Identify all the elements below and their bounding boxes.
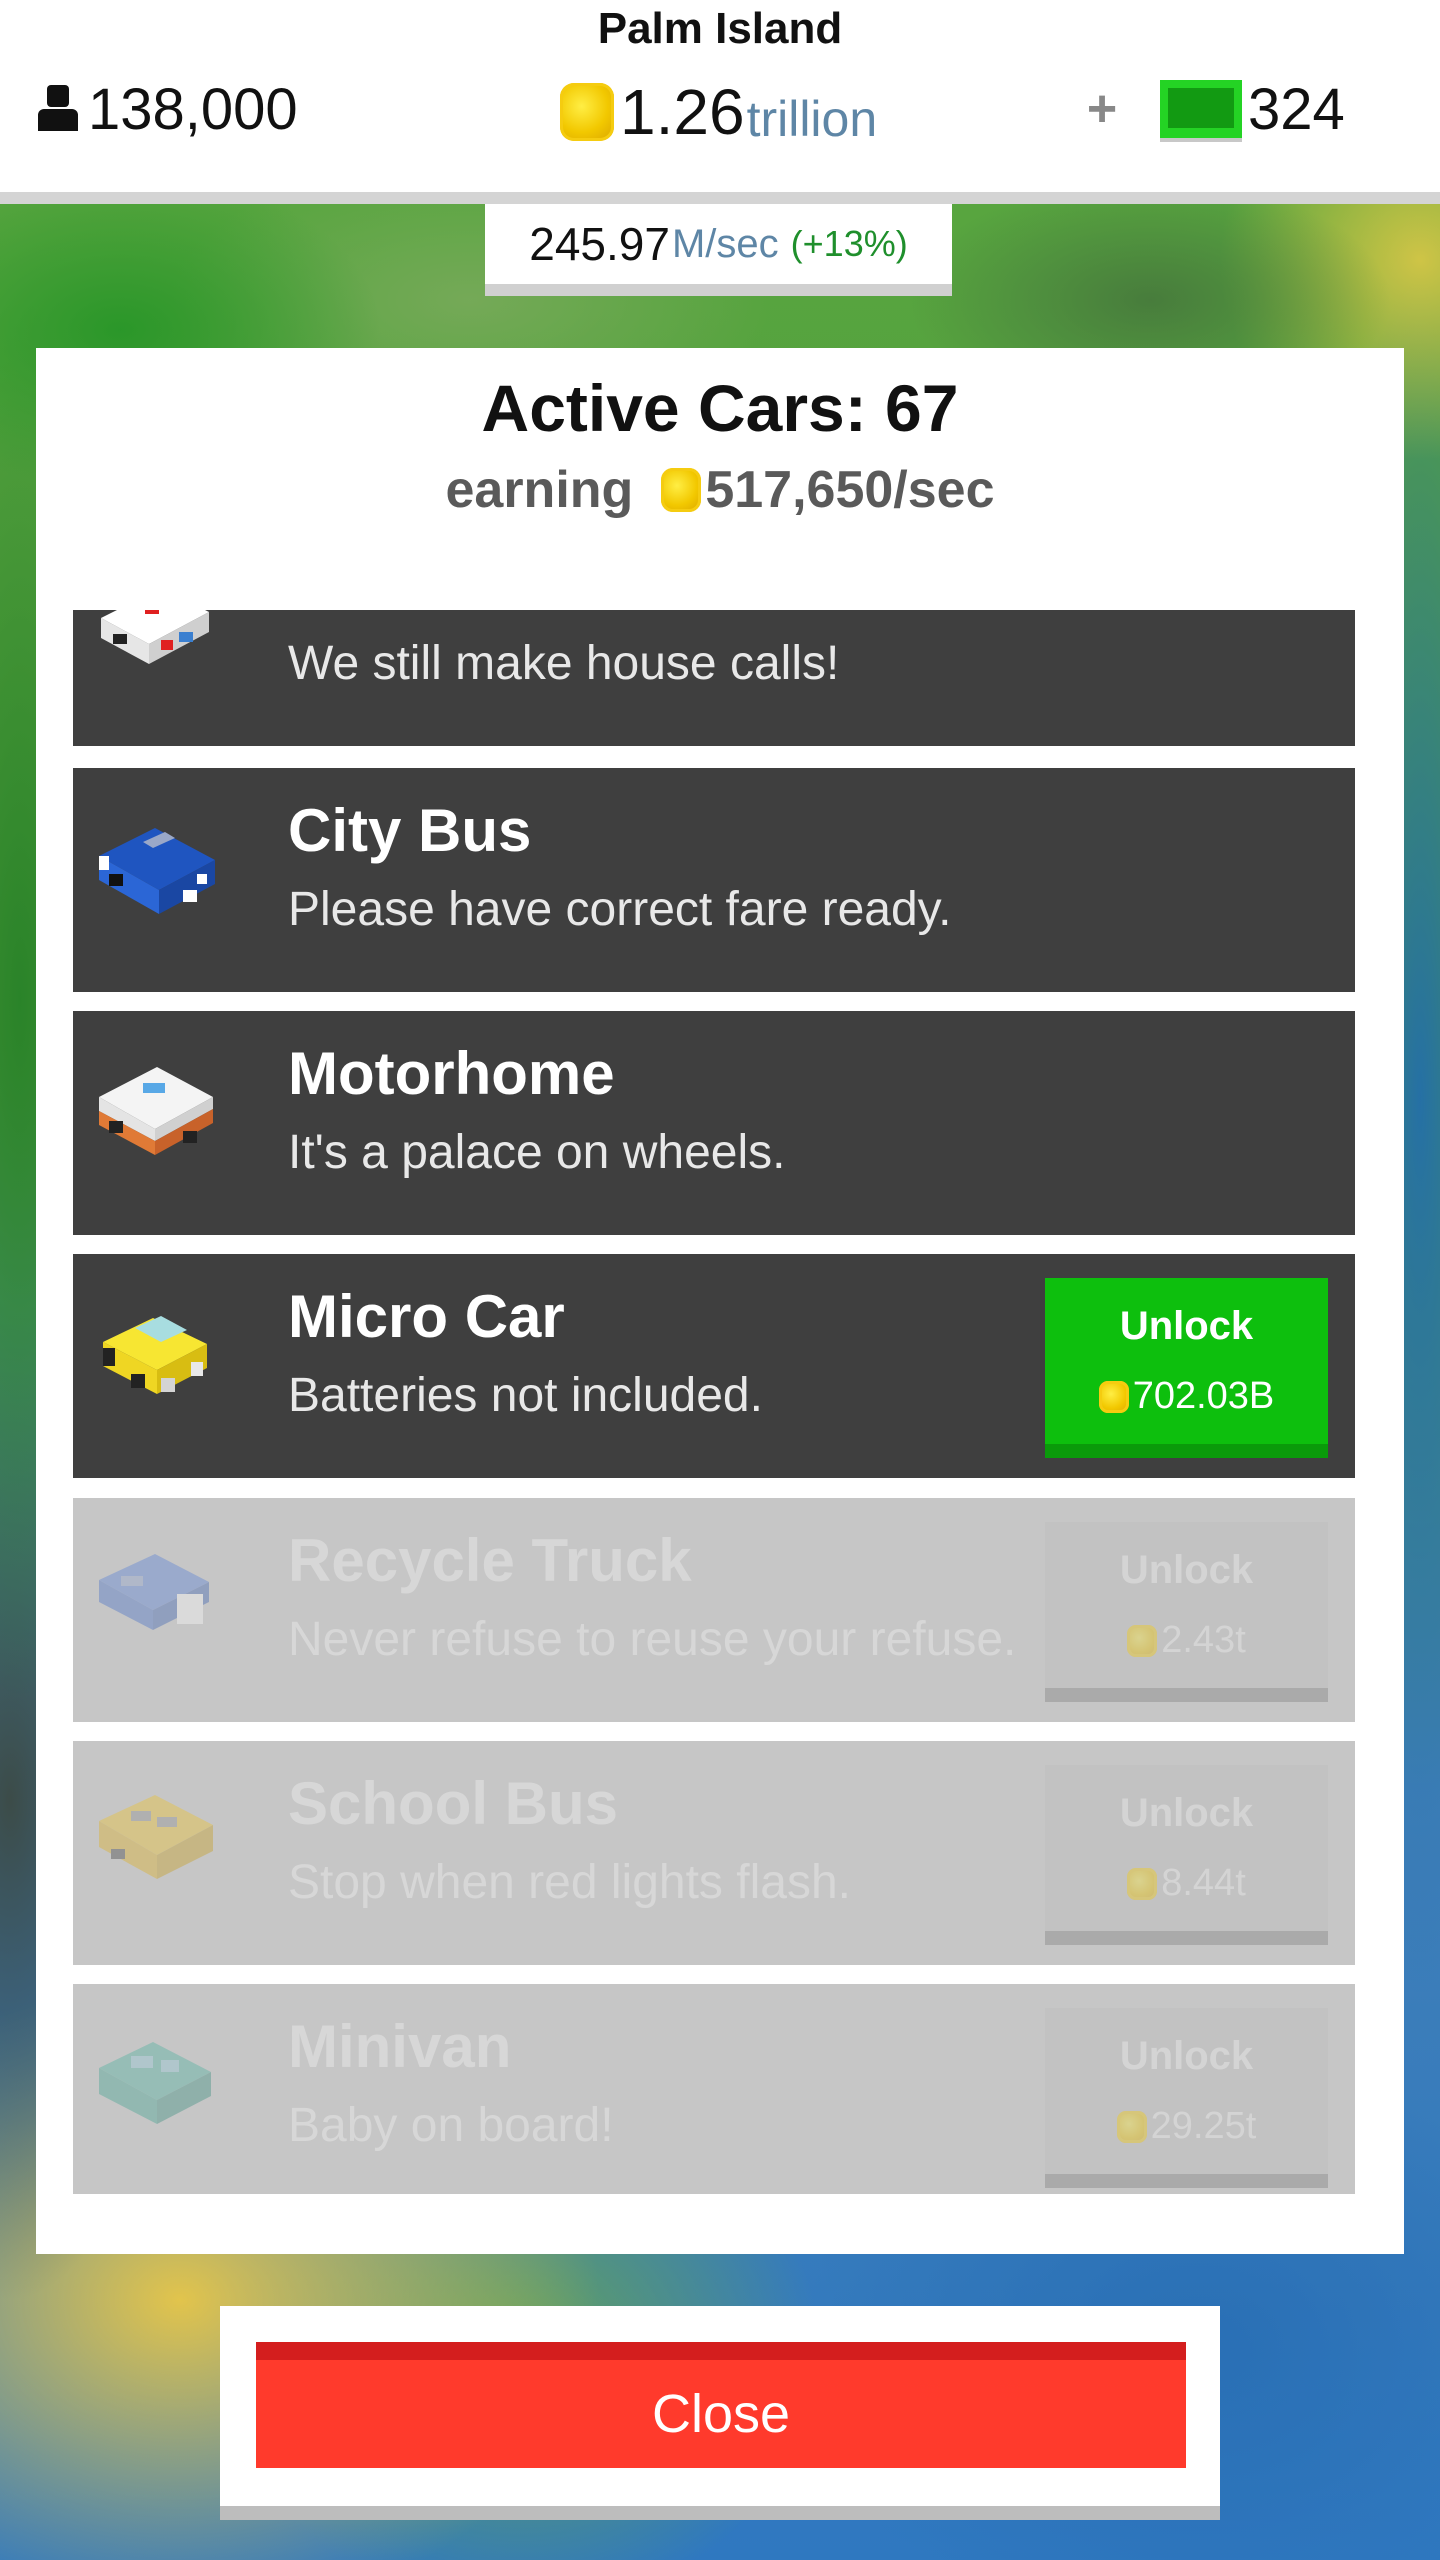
coin-icon: [1127, 1867, 1158, 1900]
income-rate-unit: M/sec: [671, 221, 779, 266]
minivan-icon: [99, 2042, 211, 2124]
car-name: Motorhome: [288, 1040, 615, 1107]
cash-icon: [1160, 80, 1242, 138]
car-name: Minivan: [288, 2013, 512, 2080]
unlock-price-value: 29.25t: [1150, 2105, 1257, 2147]
car-description: Please have correct fare ready.: [288, 883, 952, 936]
unlock-button-locked: Unlock 2.43t: [1045, 1522, 1328, 1702]
population-stat: 138,000: [36, 74, 298, 144]
unlock-price: 2.43t: [1127, 1619, 1246, 1662]
car-row-recycle-truck[interactable]: Recycle Truck Never refuse to reuse your…: [73, 1498, 1355, 1722]
coin-icon: [1098, 1380, 1129, 1413]
add-cash-button[interactable]: +: [1082, 79, 1122, 139]
income-rate-bonus: (+13%): [790, 223, 908, 264]
person-icon: [36, 85, 80, 133]
car-description: Baby on board!: [288, 2099, 614, 2152]
unlock-label: Unlock: [1119, 1548, 1254, 1592]
car-row-micro-car[interactable]: Micro Car Batteries not included. Unlock…: [73, 1254, 1355, 1478]
income-rate-value: 245.97: [529, 218, 670, 270]
unlock-price: 8.44t: [1127, 1862, 1246, 1905]
unlock-price-value: 8.44t: [1161, 1862, 1246, 1904]
recycle-truck-icon: [99, 1554, 209, 1630]
car-name: Recycle Truck: [288, 1527, 692, 1594]
coin-icon: [661, 468, 702, 512]
motorhome-icon: [99, 1067, 213, 1155]
earning-value: 517,650/sec: [705, 461, 995, 519]
car-row-minivan[interactable]: Minivan Baby on board! Unlock 29.25t: [73, 1984, 1355, 2194]
cash-stat: + 324: [1082, 74, 1345, 144]
earning-label: earning: [445, 461, 634, 519]
car-name: Micro Car: [288, 1283, 565, 1350]
city-bus-icon: [99, 828, 215, 914]
coins-value: 1.26: [620, 76, 745, 148]
island-name: Palm Island: [597, 4, 843, 53]
car-description: We still make house calls!: [288, 637, 840, 690]
income-rate-tab: 245.97 M/sec (+13%): [485, 204, 952, 296]
car-row-ambulance[interactable]: We still make house calls!: [73, 610, 1355, 746]
unlock-button[interactable]: Unlock 702.03B: [1045, 1278, 1328, 1458]
coin-icon: [560, 83, 614, 141]
unlock-label: Unlock: [1119, 2034, 1254, 2078]
coins-unit: trillion: [746, 91, 878, 147]
unlock-price-value: 2.43t: [1161, 1619, 1246, 1661]
car-name: City Bus: [288, 797, 532, 864]
coin-icon: [1127, 1624, 1158, 1657]
unlock-label: Unlock: [1119, 1304, 1254, 1348]
unlock-price: 702.03B: [1098, 1375, 1275, 1418]
panel-title: Active Cars: 67: [481, 371, 959, 445]
earning-line: earning 517,650/sec: [36, 458, 1404, 522]
car-description: Batteries not included.: [288, 1369, 763, 1422]
population-value: 138,000: [88, 76, 298, 142]
micro-car-icon: [103, 1316, 207, 1394]
unlock-price-value: 702.03B: [1132, 1375, 1275, 1417]
car-name: School Bus: [288, 1770, 619, 1837]
ambulance-icon: [101, 610, 209, 664]
unlock-label: Unlock: [1119, 1791, 1254, 1835]
car-row-motorhome[interactable]: Motorhome It's a palace on wheels.: [73, 1011, 1355, 1235]
car-list[interactable]: We still make house calls! City Bus Plea…: [73, 610, 1355, 2194]
cash-value: 324: [1248, 76, 1345, 142]
car-row-school-bus[interactable]: School Bus Stop when red lights flash. U…: [73, 1741, 1355, 1965]
unlock-button-locked: Unlock 8.44t: [1045, 1765, 1328, 1945]
unlock-price: 29.25t: [1116, 2105, 1257, 2148]
coins-stat: 1.26 trillion: [560, 72, 877, 152]
top-stats-bar: Palm Island 138,000 1.26 trillion + 324: [0, 0, 1440, 204]
car-description: Never refuse to reuse your refuse.: [288, 1613, 1017, 1666]
close-button[interactable]: Close: [256, 2342, 1186, 2468]
car-row-city-bus[interactable]: City Bus Please have correct fare ready.: [73, 768, 1355, 992]
car-description: Stop when red lights flash.: [288, 1856, 851, 1909]
school-bus-icon: [99, 1795, 213, 1879]
close-button-frame: Close: [220, 2306, 1220, 2520]
coin-icon: [1116, 2110, 1147, 2143]
unlock-button-locked: Unlock 29.25t: [1045, 2008, 1328, 2188]
active-cars-panel: Active Cars: 67 earning 517,650/sec We s…: [36, 348, 1404, 2254]
car-description: It's a palace on wheels.: [288, 1126, 786, 1179]
